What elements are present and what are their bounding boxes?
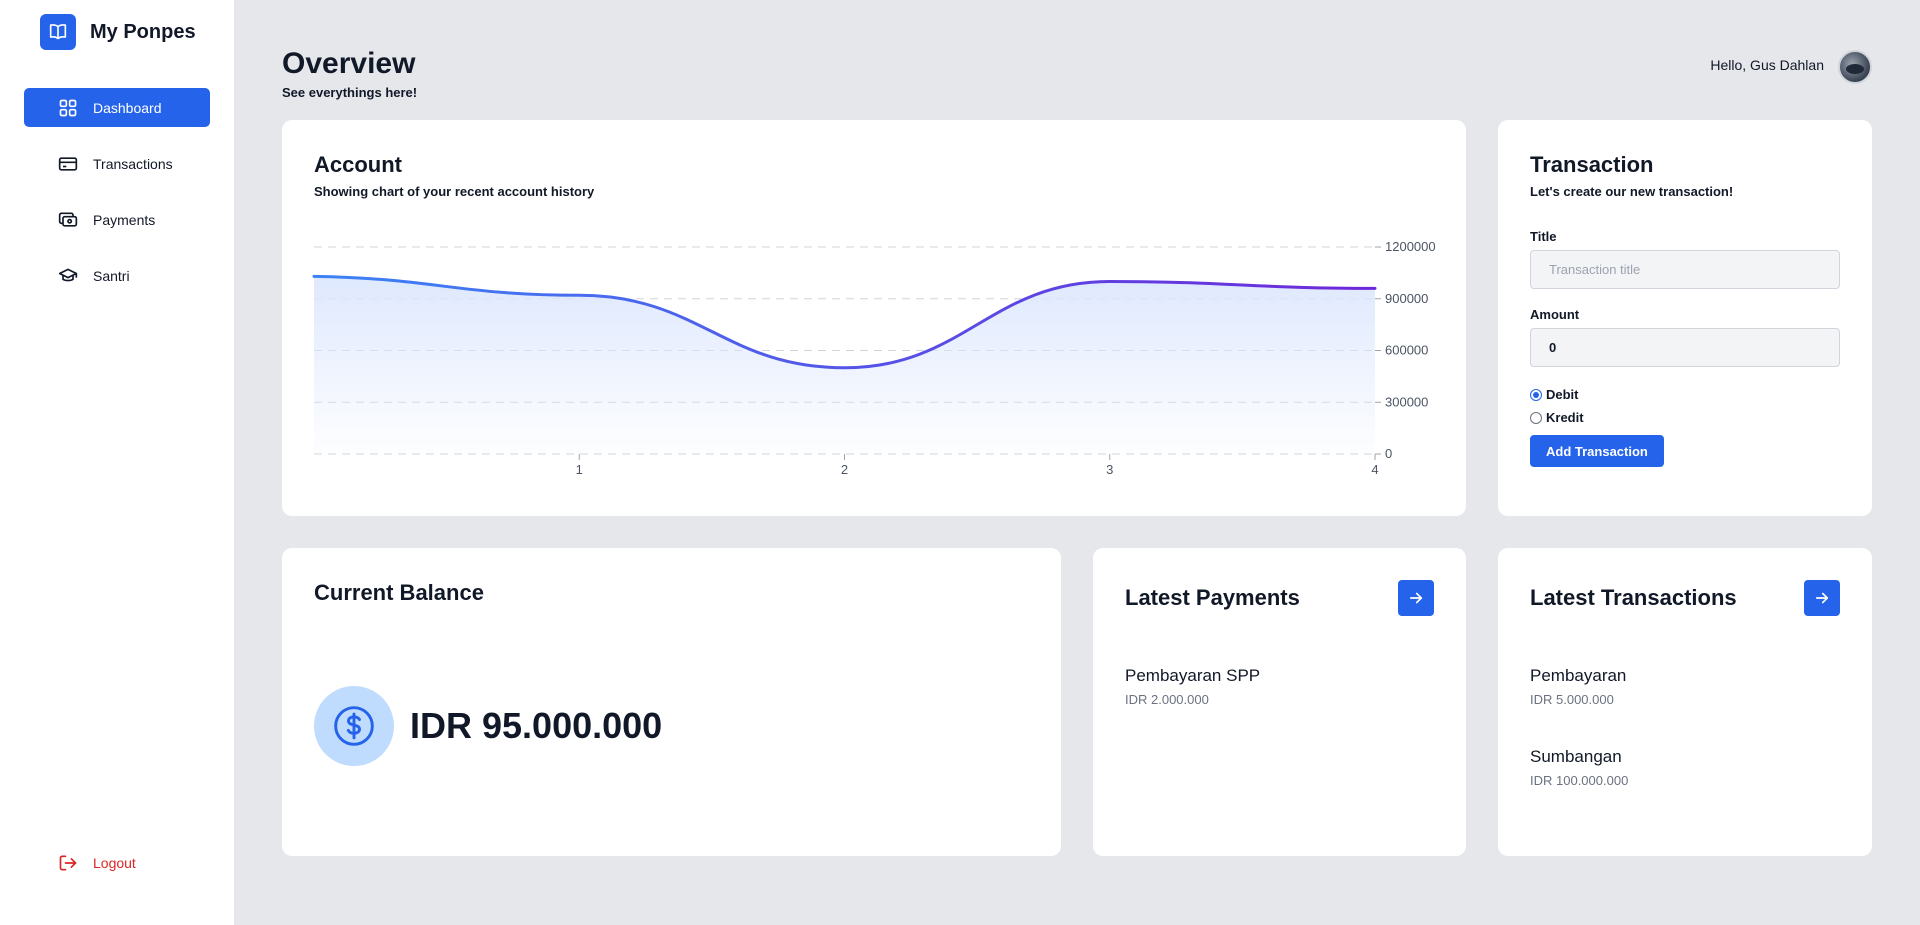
payment-name: Pembayaran SPP (1125, 666, 1261, 685)
dollar-circle-icon (314, 686, 394, 766)
transaction-name: Sumbangan (1530, 747, 1622, 766)
balance-amount: IDR 95.000.000 (410, 705, 663, 746)
x-tick-label: 1 (576, 462, 583, 477)
y-tick-label: 900000 (1385, 291, 1428, 306)
user-greeting: Hello, Gus Dahlan (1710, 57, 1824, 73)
sidebar-item-dashboard[interactable]: Dashboard (24, 88, 210, 127)
payment-cash-icon (57, 209, 79, 231)
latest-transactions-title: Latest Transactions (1530, 585, 1737, 610)
y-tick-label: 600000 (1385, 343, 1428, 358)
latest-transactions-header: Latest Transactions (1530, 580, 1840, 616)
radio-kredit[interactable]: Kredit (1530, 410, 1840, 425)
y-tick-label: 300000 (1385, 394, 1428, 409)
payment-amount: IDR 2.000.000 (1125, 692, 1209, 707)
dashboard-grid-icon (57, 97, 79, 119)
radio-kredit-label: Kredit (1546, 410, 1584, 425)
title-label: Title (1530, 229, 1557, 244)
y-tick-label: 0 (1385, 446, 1392, 461)
transaction-amount: IDR 5.000.000 (1530, 692, 1614, 707)
transaction-amount: IDR 100.000.000 (1530, 773, 1629, 788)
radio-kredit-control[interactable] (1530, 411, 1542, 424)
view-payments-button[interactable] (1398, 580, 1434, 616)
amount-label: Amount (1530, 307, 1580, 322)
sidebar-item-label: Dashboard (93, 99, 162, 116)
transaction-form-card: Transaction Let's create our new transac… (1498, 120, 1872, 516)
radio-debit[interactable]: Debit (1530, 387, 1840, 402)
sidebar-item-santri[interactable]: Santri (24, 256, 210, 295)
brand[interactable]: My Ponpes (40, 14, 196, 50)
x-tick-label: 4 (1371, 462, 1378, 477)
x-tick-label: 2 (841, 462, 848, 477)
logout-button[interactable]: Logout (57, 852, 136, 874)
view-transactions-button[interactable] (1804, 580, 1840, 616)
transaction-subtitle: Let's create our new transaction! (1530, 184, 1734, 199)
page-subtitle: See everythings here! (282, 85, 418, 100)
brand-name: My Ponpes (90, 20, 196, 43)
page-title: Overview (282, 47, 416, 80)
sidebar-item-label: Payments (93, 211, 156, 228)
account-chart: 0 300000 600000 900000 1200000 1 2 3 4 (312, 239, 1436, 477)
payments-list: Pembayaran SPP IDR 2.000.000 (1125, 666, 1434, 707)
graduation-cap-icon (57, 265, 79, 287)
add-transaction-button[interactable]: Add Transaction (1530, 435, 1664, 467)
arrow-right-icon (1815, 592, 1829, 604)
list-item[interactable]: Sumbangan IDR 100.000.000 (1530, 747, 1840, 788)
list-item[interactable]: Pembayaran SPP IDR 2.000.000 (1125, 666, 1434, 707)
balance-row: IDR 95.000.000 (314, 686, 662, 766)
transaction-title-input[interactable] (1530, 250, 1840, 289)
latest-transactions-card: Latest Transactions Pembayaran IDR 5.000… (1498, 548, 1872, 856)
sidebar-item-label: Transactions (93, 155, 173, 172)
sidebar-nav: Dashboard Transactions Payments Santri (24, 88, 210, 312)
sidebar-item-label: Santri (93, 267, 130, 284)
logout-label: Logout (93, 855, 136, 871)
radio-debit-control[interactable] (1530, 388, 1542, 401)
sidebar-item-payments[interactable]: Payments (24, 200, 210, 239)
transaction-name: Pembayaran (1530, 666, 1627, 685)
x-tick-label: 3 (1106, 462, 1113, 477)
transactions-list: Pembayaran IDR 5.000.000 Sumbangan IDR 1… (1530, 666, 1840, 788)
book-open-icon (40, 14, 76, 50)
balance-card: Current Balance IDR 95.000.000 (282, 548, 1061, 856)
account-card: Account Showing chart of your recent acc… (282, 120, 1466, 516)
list-item[interactable]: Pembayaran IDR 5.000.000 (1530, 666, 1840, 707)
y-tick-label: 1200000 (1385, 239, 1436, 254)
radio-debit-label: Debit (1546, 387, 1579, 402)
area-fill (314, 276, 1375, 454)
latest-payments-header: Latest Payments (1125, 580, 1434, 616)
credit-card-icon (57, 153, 79, 175)
balance-title: Current Balance (314, 580, 484, 605)
sidebar-item-transactions[interactable]: Transactions (24, 144, 210, 183)
logout-icon (57, 852, 79, 874)
arrow-right-icon (1409, 592, 1423, 604)
amount-input[interactable] (1530, 328, 1840, 367)
transaction-title: Transaction (1530, 152, 1654, 177)
latest-payments-title: Latest Payments (1125, 585, 1300, 610)
avatar[interactable] (1838, 50, 1872, 84)
latest-payments-card: Latest Payments Pembayaran SPP IDR 2.000… (1093, 548, 1466, 856)
sidebar: My Ponpes Dashboard Transactions Payment… (0, 0, 234, 925)
